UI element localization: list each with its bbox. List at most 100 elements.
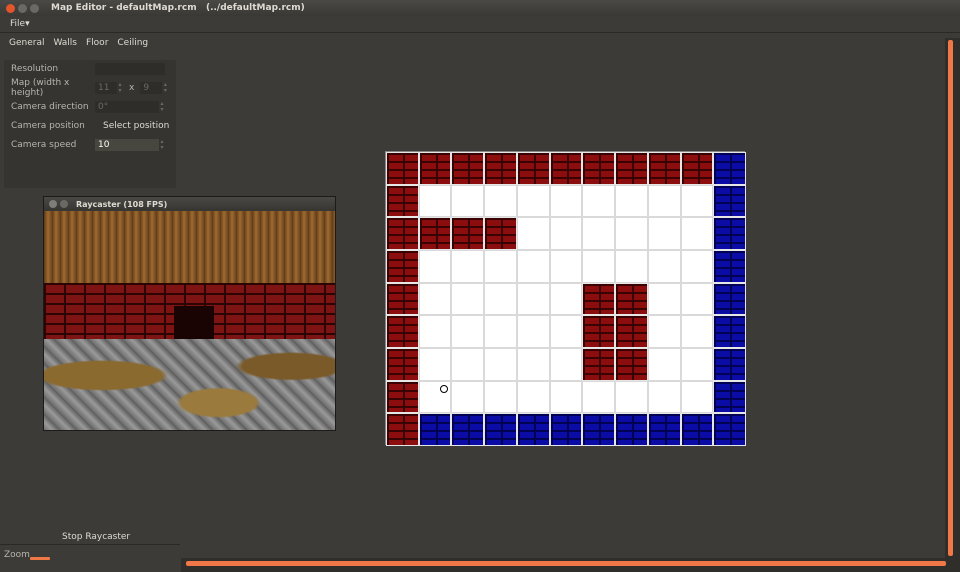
empty-cell[interactable] [516, 282, 550, 316]
red-wall-cell[interactable] [615, 348, 648, 381]
blue-wall-cell[interactable] [516, 413, 550, 446]
red-wall-cell[interactable] [647, 152, 681, 185]
red-wall-cell[interactable] [582, 282, 616, 316]
red-wall-cell[interactable] [516, 152, 550, 185]
empty-cell[interactable] [647, 217, 681, 250]
spin-arrows-icon[interactable]: ▴ ▾ [117, 82, 123, 94]
blue-wall-cell[interactable] [549, 413, 583, 446]
red-wall-cell[interactable] [615, 152, 648, 185]
horizontal-scrollbar[interactable] [186, 561, 946, 566]
empty-cell[interactable] [680, 380, 714, 414]
empty-cell[interactable] [647, 315, 681, 348]
empty-cell[interactable] [549, 282, 583, 316]
empty-cell[interactable] [451, 380, 485, 414]
blue-wall-cell[interactable] [713, 315, 746, 348]
red-wall-cell[interactable] [484, 217, 517, 250]
empty-cell[interactable] [647, 282, 681, 316]
camera-marker[interactable] [440, 385, 448, 393]
empty-cell[interactable] [549, 217, 583, 250]
minimize-window-button[interactable] [18, 3, 27, 13]
empty-cell[interactable] [647, 184, 681, 218]
camera-speed-field[interactable]: 10 [95, 139, 159, 151]
empty-cell[interactable] [680, 184, 714, 218]
empty-cell[interactable] [549, 380, 583, 414]
close-raycaster-button[interactable] [49, 200, 57, 208]
empty-cell[interactable] [484, 315, 517, 348]
tab-floor[interactable]: Floor [86, 38, 108, 48]
blue-wall-cell[interactable] [451, 413, 485, 446]
empty-cell[interactable] [549, 250, 583, 283]
spin-arrows-icon[interactable]: ▴ ▾ [159, 101, 165, 113]
red-wall-cell[interactable] [615, 282, 648, 316]
empty-cell[interactable] [582, 250, 616, 283]
blue-wall-cell[interactable] [680, 413, 714, 446]
empty-cell[interactable] [418, 250, 452, 283]
empty-cell[interactable] [647, 380, 681, 414]
empty-cell[interactable] [418, 315, 452, 348]
empty-cell[interactable] [615, 250, 648, 283]
blue-wall-cell[interactable] [484, 413, 517, 446]
empty-cell[interactable] [451, 348, 485, 381]
blue-wall-cell[interactable] [582, 413, 616, 446]
red-wall-cell[interactable] [386, 152, 419, 185]
empty-cell[interactable] [418, 282, 452, 316]
red-wall-cell[interactable] [386, 315, 419, 348]
red-wall-cell[interactable] [582, 315, 616, 348]
menu-file[interactable]: File▾ [10, 19, 30, 29]
red-wall-cell[interactable] [386, 217, 419, 250]
blue-wall-cell[interactable] [713, 282, 746, 316]
red-wall-cell[interactable] [484, 152, 517, 185]
tab-ceiling[interactable]: Ceiling [117, 38, 148, 48]
empty-cell[interactable] [516, 184, 550, 218]
blue-wall-cell[interactable] [615, 413, 648, 446]
red-wall-cell[interactable] [386, 184, 419, 218]
blue-wall-cell[interactable] [418, 413, 452, 446]
empty-cell[interactable] [484, 380, 517, 414]
vertical-scrollbar[interactable] [948, 40, 953, 556]
empty-cell[interactable] [647, 250, 681, 283]
empty-cell[interactable] [615, 380, 648, 414]
empty-cell[interactable] [680, 217, 714, 250]
red-wall-cell[interactable] [386, 282, 419, 316]
zoom-slider[interactable] [30, 557, 50, 560]
spin-arrows-icon[interactable]: ▴ ▾ [162, 82, 168, 94]
red-wall-cell[interactable] [386, 250, 419, 283]
stop-raycaster-button[interactable]: Stop Raycaster [62, 532, 130, 542]
red-wall-cell[interactable] [386, 348, 419, 381]
red-wall-cell[interactable] [418, 217, 452, 250]
blue-wall-cell[interactable] [713, 380, 746, 414]
empty-cell[interactable] [484, 348, 517, 381]
empty-cell[interactable] [418, 348, 452, 381]
empty-cell[interactable] [451, 315, 485, 348]
empty-cell[interactable] [615, 184, 648, 218]
minimize-raycaster-button[interactable] [60, 200, 68, 208]
empty-cell[interactable] [549, 184, 583, 218]
empty-cell[interactable] [451, 250, 485, 283]
empty-cell[interactable] [615, 217, 648, 250]
empty-cell[interactable] [516, 315, 550, 348]
resolution-select[interactable] [95, 63, 165, 75]
empty-cell[interactable] [680, 348, 714, 381]
red-wall-cell[interactable] [386, 380, 419, 414]
empty-cell[interactable] [484, 250, 517, 283]
empty-cell[interactable] [680, 250, 714, 283]
empty-cell[interactable] [516, 380, 550, 414]
red-wall-cell[interactable] [582, 152, 616, 185]
map-height-field[interactable]: 9 [140, 82, 163, 94]
map-width-field[interactable]: 11 [95, 82, 117, 94]
maximize-window-button[interactable] [30, 3, 39, 13]
empty-cell[interactable] [582, 380, 616, 414]
empty-cell[interactable] [549, 315, 583, 348]
map-grid[interactable] [385, 151, 746, 446]
empty-cell[interactable] [484, 282, 517, 316]
empty-cell[interactable] [680, 282, 714, 316]
raycaster-view[interactable] [44, 211, 335, 430]
blue-wall-cell[interactable] [713, 250, 746, 283]
red-wall-cell[interactable] [451, 152, 485, 185]
empty-cell[interactable] [516, 217, 550, 250]
red-wall-cell[interactable] [549, 152, 583, 185]
tab-general[interactable]: General [9, 38, 44, 48]
empty-cell[interactable] [451, 282, 485, 316]
camera-direction-field[interactable]: 0° [95, 101, 159, 113]
empty-cell[interactable] [451, 184, 485, 218]
